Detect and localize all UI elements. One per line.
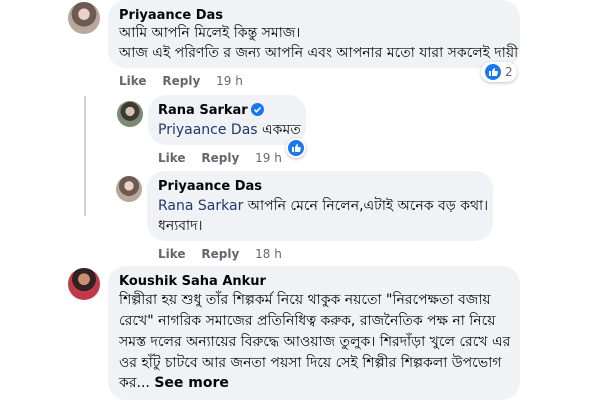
avatar[interactable]: [68, 268, 100, 300]
avatar[interactable]: [117, 101, 143, 127]
reply-button[interactable]: Reply: [201, 247, 239, 261]
comment-text-truncated: কর...: [119, 375, 150, 391]
comment-actions: Like Reply 19 h: [119, 74, 243, 88]
avatar[interactable]: [68, 2, 100, 34]
comment-author-name[interactable]: Rana Sarkar: [158, 103, 248, 118]
comment-timestamp[interactable]: 19 h: [255, 151, 282, 165]
comment-actions: Like Reply 18 h: [158, 247, 282, 261]
thread-line: [84, 96, 86, 216]
like-button[interactable]: Like: [158, 247, 186, 261]
comment-text-line: ওর হাঁটু চাটবে আর জনতা পয়সা দিয়ে সেই শ…: [119, 355, 502, 371]
like-button[interactable]: Like: [119, 74, 147, 88]
comment-text-line: ধন্যবাদ।: [158, 218, 203, 234]
mention-link[interactable]: Priyaance Das: [158, 122, 258, 138]
verified-badge-icon: [250, 103, 264, 116]
comment-author: Rana Sarkar: [158, 103, 264, 118]
comment-text-body: আপনি মেনে নিলেন,এটাই অনেক বড় কথা।: [243, 198, 489, 214]
avatar[interactable]: [116, 176, 142, 202]
comment-text-line: সমস্ত দলের অন্যায়ের বিরুদ্ধে আওয়াজ তুল…: [119, 334, 511, 350]
mention-link[interactable]: Rana Sarkar: [158, 198, 243, 214]
comment-text-line: আজ এই পরিণতি র জন্য আপনি এবং আপনার মতো য…: [119, 45, 519, 61]
comment-text-line: রেখে" নাগরিক সমাজের প্রতিনিধিত্ব করুক, র…: [119, 313, 496, 329]
comment-actions: Like Reply 19 h: [158, 151, 282, 165]
comment-text-body: একমত: [257, 122, 301, 138]
comment-timestamp[interactable]: 19 h: [216, 74, 243, 88]
like-reaction-icon: [288, 140, 304, 156]
comment-timestamp[interactable]: 18 h: [255, 247, 282, 261]
comment-text: Rana Sarkar আপনি মেনে নিলেন,এটাই অনেক বড…: [158, 197, 488, 216]
reply-button[interactable]: Reply: [201, 151, 239, 165]
comment-text-line: শিল্পীরা হয় শুধু তাঁর শিল্পকর্ম নিয়ে থ…: [119, 292, 491, 308]
reaction-summary[interactable]: 2: [481, 62, 517, 82]
like-reaction-icon: [485, 64, 501, 80]
comment-text: Priyaance Das একমত: [158, 121, 301, 140]
see-more-link[interactable]: See more: [154, 375, 229, 391]
comment-author[interactable]: Koushik Saha Ankur: [119, 274, 266, 289]
like-button[interactable]: Like: [158, 151, 186, 165]
reaction-count: 2: [505, 65, 513, 79]
reply-button[interactable]: Reply: [162, 74, 200, 88]
reaction-summary[interactable]: [286, 138, 306, 158]
comment-author[interactable]: Priyaance Das: [119, 8, 223, 23]
comment-author[interactable]: Priyaance Das: [158, 179, 262, 194]
comment-text-line: কর... See more: [119, 374, 229, 393]
comment-text-line: আমি আপনি মিলেই কিন্তু সমাজ।: [119, 25, 301, 41]
